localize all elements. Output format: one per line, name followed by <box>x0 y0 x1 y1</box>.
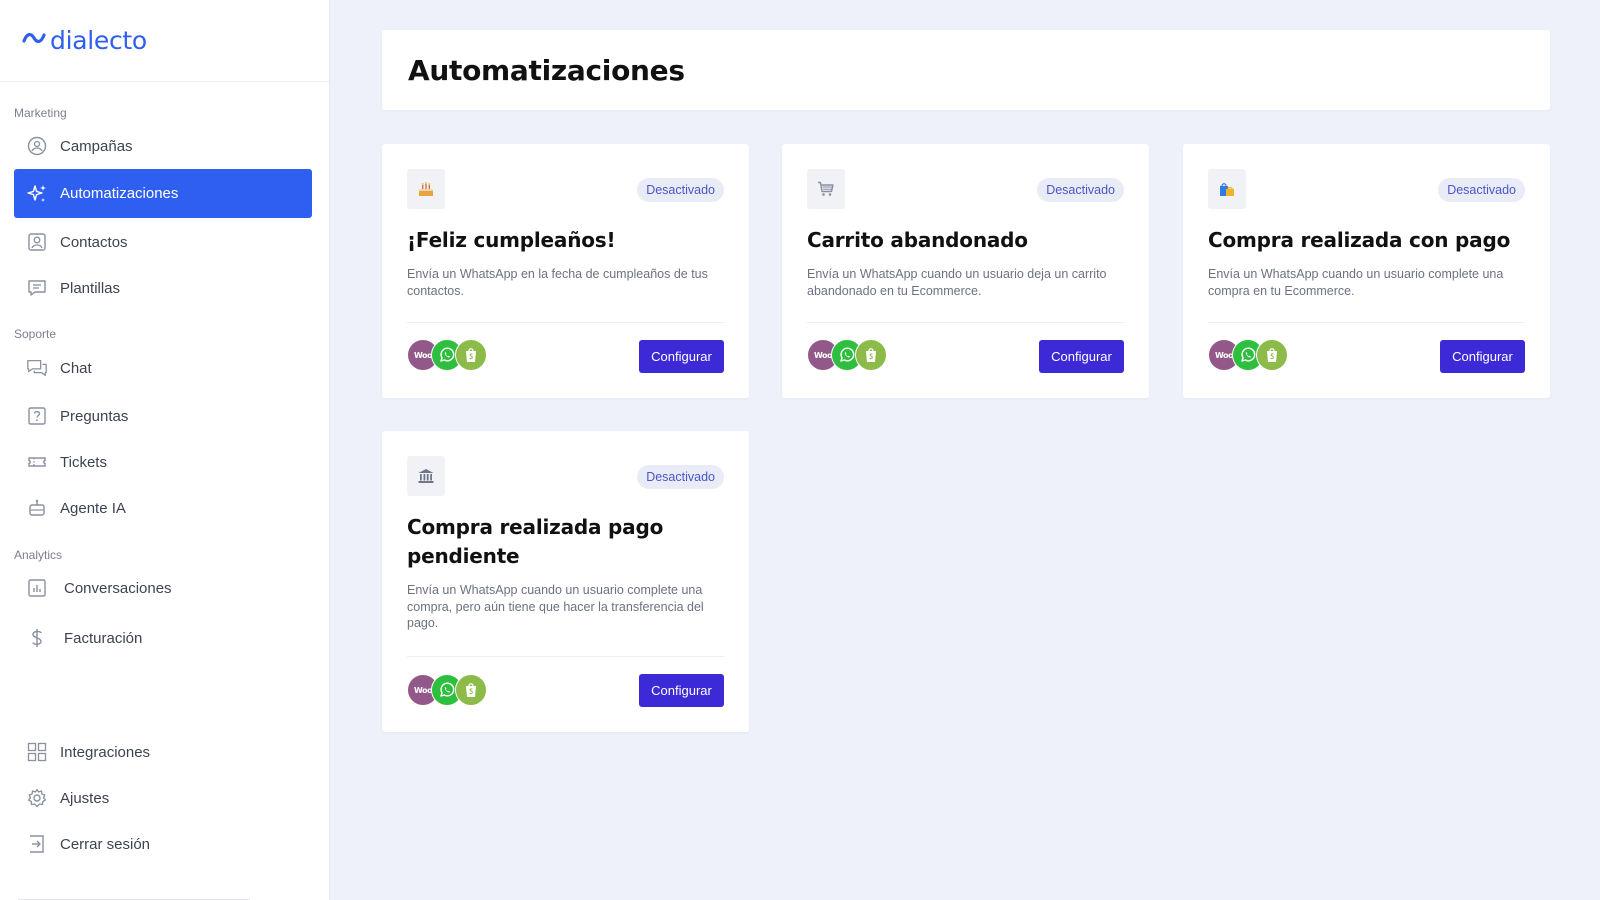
divider <box>407 322 724 323</box>
robot-icon <box>26 497 48 519</box>
sidebar-item-label: Tickets <box>60 453 107 471</box>
section-label-analytics: Analytics <box>14 548 63 562</box>
sidebar: dialecto Marketing Campañas Automatizaci… <box>0 0 330 900</box>
sidebar-item-label: Integraciones <box>60 743 151 761</box>
sidebar-item-preguntas[interactable]: Preguntas <box>14 392 312 440</box>
configure-button[interactable]: Configurar <box>1440 340 1525 373</box>
sidebar-item-integraciones[interactable]: Integraciones <box>14 728 312 776</box>
integrations-list: Woo <box>407 339 487 371</box>
sidebar-item-label: Ajustes <box>60 789 110 807</box>
sidebar-item-label: Automatizaciones <box>60 185 179 202</box>
sidebar-item-contactos[interactable]: Contactos <box>14 218 312 266</box>
shopify-icon <box>455 674 487 706</box>
card-title: Compra realizada con pago <box>1208 228 1511 252</box>
shopping-bags-icon <box>1208 169 1246 209</box>
integrations-list: Woo <box>407 674 487 706</box>
card-title: ¡Feliz cumpleaños! <box>407 228 616 252</box>
page-title: Automatizaciones <box>408 53 685 87</box>
section-label-marketing: Marketing <box>14 106 67 120</box>
sidebar-item-plantillas[interactable]: Plantillas <box>14 264 312 312</box>
card-description: Envía un WhatsApp cuando un usuario deja… <box>807 267 1107 298</box>
sidebar-item-facturacion[interactable]: Facturación <box>14 614 312 662</box>
card-description: Envía un WhatsApp en la fecha de cumplea… <box>407 267 708 298</box>
page-header: Automatizaciones <box>382 30 1550 110</box>
configure-button[interactable]: Configurar <box>639 674 724 707</box>
configure-button[interactable]: Configurar <box>1039 340 1124 373</box>
automation-card-paid-purchase: Desactivado Compra realizada con pago En… <box>1183 144 1550 398</box>
sidebar-item-automatizaciones[interactable]: Automatizaciones <box>14 169 312 218</box>
sidebar-item-label: Campañas <box>60 137 133 155</box>
sidebar-item-campanas[interactable]: Campañas <box>14 122 312 170</box>
automation-card-abandoned-cart: Desactivado Carrito abandonado Envía un … <box>782 144 1149 398</box>
ticket-icon <box>26 451 48 473</box>
configure-button[interactable]: Configurar <box>639 340 724 373</box>
status-badge: Desactivado <box>1037 178 1124 202</box>
logo[interactable]: dialecto <box>0 0 329 82</box>
sidebar-item-conversaciones[interactable]: Conversaciones <box>14 564 312 612</box>
sidebar-item-label: Chat <box>60 359 92 377</box>
chart-icon <box>26 577 48 599</box>
status-badge: Desactivado <box>1438 178 1525 202</box>
automation-card-birthday: Desactivado ¡Feliz cumpleaños! Envía un … <box>382 144 749 398</box>
card-description: Envía un WhatsApp cuando un usuario comp… <box>1208 267 1504 298</box>
sidebar-item-chat[interactable]: Chat <box>14 344 312 392</box>
sidebar-item-label: Facturación <box>64 629 143 647</box>
sidebar-item-label: Plantillas <box>60 279 121 297</box>
status-badge: Desactivado <box>637 178 724 202</box>
contact-icon <box>26 231 48 253</box>
logout-icon <box>26 833 48 855</box>
card-title: Compra realizada pago pendiente <box>407 515 664 568</box>
shopify-icon <box>855 339 887 371</box>
sidebar-item-label: Preguntas <box>60 407 129 425</box>
birthday-cake-icon <box>407 169 445 209</box>
sidebar-item-agente-ia[interactable]: Agente IA <box>14 484 312 532</box>
divider <box>1208 322 1525 323</box>
campaign-icon <box>26 135 48 157</box>
dollar-icon <box>26 627 48 649</box>
card-description: Envía un WhatsApp cuando un usuario comp… <box>407 583 704 630</box>
integrations-list: Woo <box>807 339 887 371</box>
status-badge: Desactivado <box>637 465 724 489</box>
logo-wave-icon <box>22 31 46 50</box>
logo-text: dialecto <box>50 26 147 55</box>
section-label-soporte: Soporte <box>14 327 57 341</box>
shopping-cart-icon <box>807 169 845 209</box>
grid-icon <box>26 741 48 763</box>
shopify-icon <box>455 339 487 371</box>
chat-icon <box>26 357 48 379</box>
integrations-list: Woo <box>1208 339 1288 371</box>
sparkles-icon <box>26 183 48 205</box>
sidebar-item-label: Conversaciones <box>64 579 172 597</box>
shopify-icon <box>1256 339 1288 371</box>
question-icon <box>26 405 48 427</box>
sidebar-item-tickets[interactable]: Tickets <box>14 438 312 486</box>
bank-icon <box>407 456 445 496</box>
sidebar-item-label: Contactos <box>60 233 128 251</box>
divider <box>807 322 1124 323</box>
automation-card-pending-payment: Desactivado Compra realizada pago pendie… <box>382 431 749 732</box>
gear-icon <box>26 787 48 809</box>
sidebar-item-label: Cerrar sesión <box>60 835 151 853</box>
divider <box>407 656 724 657</box>
sidebar-item-ajustes[interactable]: Ajustes <box>14 774 312 822</box>
sidebar-item-cerrar-sesion[interactable]: Cerrar sesión <box>14 820 312 868</box>
card-title: Carrito abandonado <box>807 228 1028 252</box>
sidebar-item-label: Agente IA <box>60 499 126 517</box>
template-icon <box>26 277 48 299</box>
